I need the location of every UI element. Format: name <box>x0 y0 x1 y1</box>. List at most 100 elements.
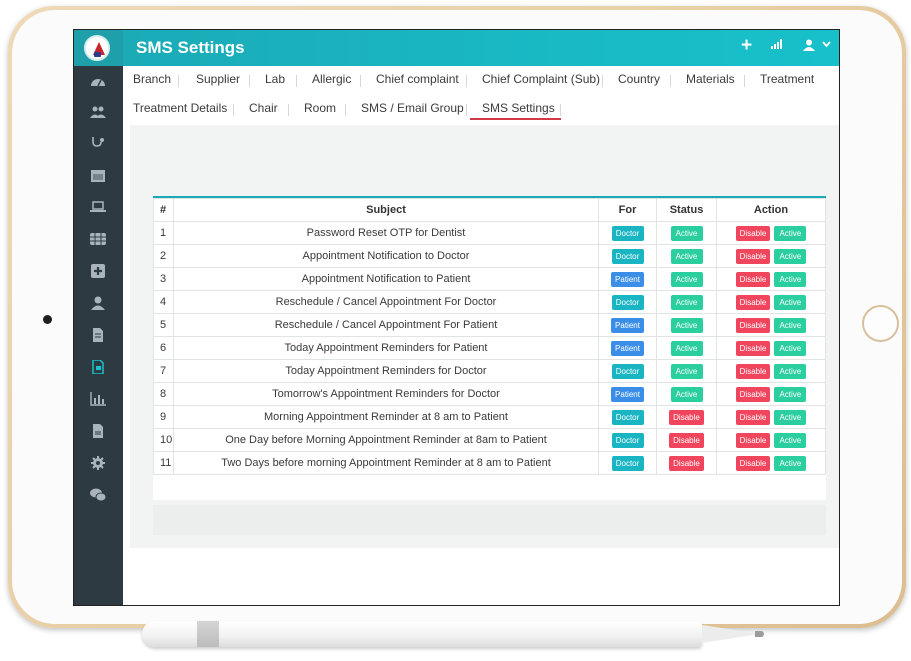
for-badge: Doctor <box>611 248 644 264</box>
sms-settings-table: # Subject For Status Action 1 Password Re… <box>153 196 826 500</box>
settings-tabs: Branch Supplier Lab Allergic Chief complaint… <box>133 72 839 130</box>
tab-separator <box>345 104 346 116</box>
tab-branch[interactable]: Branch <box>133 72 171 86</box>
pencil-tip <box>702 625 760 643</box>
disable-button[interactable]: Disable <box>735 317 771 333</box>
sidebar-item-calendar[interactable] <box>86 165 110 185</box>
disable-button[interactable]: Disable <box>735 248 771 264</box>
row-subject: Two Days before morning Appointment Remi… <box>173 451 599 475</box>
row-subject: Tomorrow's Appointment Reminders for Doc… <box>173 382 599 406</box>
logo-area[interactable] <box>74 30 123 66</box>
tab-chief-complaint[interactable]: Chief complaint <box>376 72 459 86</box>
tab-supplier[interactable]: Supplier <box>196 72 240 86</box>
disable-button[interactable]: Disable <box>735 340 771 356</box>
bar-chart-icon <box>90 392 106 406</box>
front-camera <box>43 315 52 324</box>
tab-chair[interactable]: Chair <box>249 101 278 115</box>
chat-icon <box>90 488 107 502</box>
tab-treatment-details[interactable]: Treatment Details <box>133 101 227 115</box>
activate-button[interactable]: Active <box>774 225 807 241</box>
activate-button[interactable]: Active <box>774 271 807 287</box>
table-row: 2 Appointment Notification to Doctor Docto… <box>153 244 826 268</box>
gear-icon <box>90 456 106 470</box>
disable-button[interactable]: Disable <box>735 432 771 448</box>
disable-button[interactable]: Disable <box>735 363 771 379</box>
row-number: 7 <box>153 359 174 383</box>
activate-button[interactable]: Active <box>774 386 807 402</box>
activate-button[interactable]: Active <box>774 248 807 264</box>
tab-separator <box>744 75 745 87</box>
row-action-cell: Disable Active <box>716 221 826 245</box>
sidebar-item-report[interactable] <box>86 421 110 441</box>
pencil-tip-end <box>755 631 764 637</box>
row-number: 4 <box>153 290 174 314</box>
sidebar-item-user[interactable] <box>86 293 110 313</box>
sidebar-item-gear[interactable] <box>86 453 110 473</box>
row-subject: Today Appointment Reminders for Patient <box>173 336 599 360</box>
row-subject: Appointment Notification to Patient <box>173 267 599 291</box>
activate-button[interactable]: Active <box>774 317 807 333</box>
tab-materials[interactable]: Materials <box>686 72 735 86</box>
tab-lab[interactable]: Lab <box>265 72 285 86</box>
disable-button[interactable]: Disable <box>735 455 771 471</box>
sidebar-item-laptop[interactable] <box>86 197 110 217</box>
for-badge: Patient <box>611 271 644 287</box>
tab-sms-settings[interactable]: SMS Settings <box>482 101 555 115</box>
activate-button[interactable]: Active <box>774 363 807 379</box>
status-badge: Active <box>670 340 703 356</box>
status-badge: Active <box>670 271 703 287</box>
row-subject: Appointment Notification to Doctor <box>173 244 599 268</box>
tab-sms-email-group[interactable]: SMS / Email Group <box>361 101 464 115</box>
signal-icon[interactable] <box>771 39 783 49</box>
activate-button[interactable]: Active <box>774 340 807 356</box>
sidebar-item-bar-chart[interactable] <box>86 389 110 409</box>
activate-button[interactable]: Active <box>774 455 807 471</box>
table-header-row: # Subject For Status Action <box>153 198 826 222</box>
activate-button[interactable]: Active <box>774 294 807 310</box>
report-icon <box>90 424 106 438</box>
for-badge: Doctor <box>611 432 644 448</box>
chevron-down-icon[interactable] <box>822 39 831 51</box>
tab-allergic[interactable]: Allergic <box>312 72 351 86</box>
tab-separator <box>466 104 467 116</box>
row-action-cell: Disable Active <box>716 290 826 314</box>
disable-button[interactable]: Disable <box>735 225 771 241</box>
sidebar-item-users[interactable] <box>86 102 110 122</box>
pencil-band <box>197 621 219 647</box>
sidebar-item-chat[interactable] <box>86 485 110 505</box>
table-footer <box>153 505 826 535</box>
activate-button[interactable]: Active <box>774 409 807 425</box>
row-action-cell: Disable Active <box>716 267 826 291</box>
sidebar-item-document[interactable] <box>86 325 110 345</box>
status-badge: Active <box>670 317 703 333</box>
row-status-cell: Disable <box>656 428 717 452</box>
row-status-cell: Active <box>656 382 717 406</box>
tab-room[interactable]: Room <box>304 101 336 115</box>
activate-button[interactable]: Active <box>774 432 807 448</box>
row-for-cell: Doctor <box>598 244 657 268</box>
row-number: 3 <box>153 267 174 291</box>
col-header-status: Status <box>656 198 717 222</box>
add-icon[interactable]: + <box>741 35 752 57</box>
row-action-cell: Disable Active <box>716 313 826 337</box>
sidebar-item-sms-settings[interactable] <box>86 357 110 377</box>
tab-country[interactable]: Country <box>618 72 660 86</box>
active-tab-indicator <box>470 118 561 120</box>
sidebar-item-grid[interactable] <box>86 229 110 249</box>
disable-button[interactable]: Disable <box>735 271 771 287</box>
row-action-cell: Disable Active <box>716 359 826 383</box>
row-status-cell: Active <box>656 221 717 245</box>
disable-button[interactable]: Disable <box>735 294 771 310</box>
row-action-cell: Disable Active <box>716 451 826 475</box>
sidebar-item-dashboard[interactable] <box>86 71 110 91</box>
disable-button[interactable]: Disable <box>735 409 771 425</box>
tab-chief-complaint-sub[interactable]: Chief Complaint (Sub) <box>482 72 600 86</box>
tab-treatment[interactable]: Treatment <box>760 72 814 86</box>
col-header-num: # <box>153 198 174 222</box>
sidebar-item-stethoscope[interactable] <box>86 133 110 153</box>
status-badge: Disable <box>669 455 704 471</box>
sidebar-item-medical-plus[interactable] <box>86 261 110 281</box>
user-menu-icon[interactable] <box>803 38 815 55</box>
top-header: SMS Settings + <box>74 30 839 66</box>
disable-button[interactable]: Disable <box>735 386 771 402</box>
